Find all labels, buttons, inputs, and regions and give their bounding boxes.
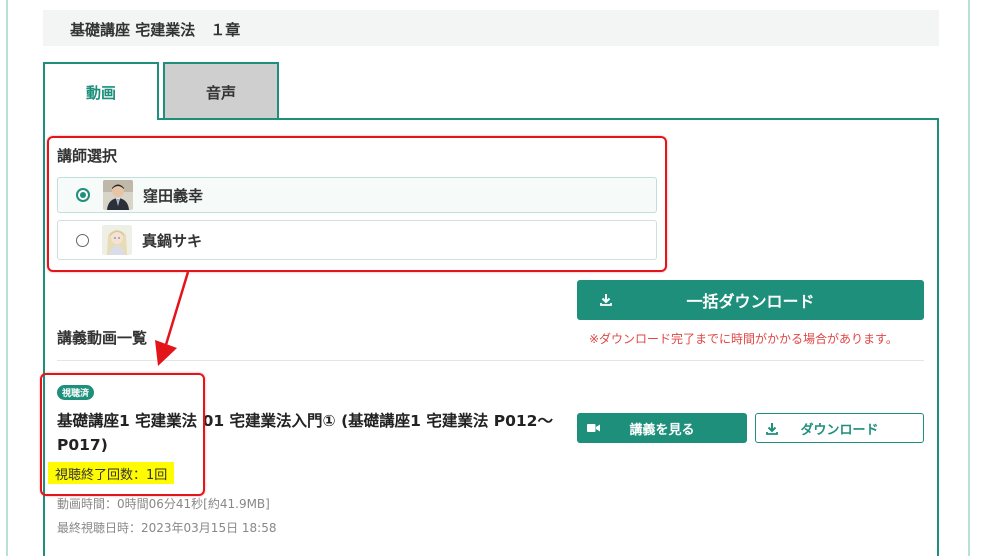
tab-video[interactable]: 動画 — [43, 62, 159, 120]
watch-lecture-button[interactable]: 講義を見る — [577, 413, 747, 443]
annotation-box-status — [40, 373, 205, 496]
download-all-button[interactable]: 一括ダウンロード — [577, 280, 924, 320]
page-frame-left — [0, 0, 8, 556]
tab-connector — [45, 117, 157, 121]
lecture-last-watched: 最終視聴日時：2023年03月15日 18:58 — [57, 521, 277, 535]
lecture-list-title: 講義動画一覧 — [57, 329, 148, 347]
annotation-arrow — [155, 271, 190, 366]
download-lecture-button[interactable]: ダウンロード — [755, 413, 924, 443]
video-camera-icon — [587, 422, 600, 437]
annotation-box-instructor — [47, 136, 667, 272]
download-icon — [765, 422, 779, 440]
lecture-duration: 動画時間：0時間06分41秒[約41.9MB] — [57, 497, 270, 511]
chapter-header: 基礎講座 宅建業法 １章 — [43, 10, 939, 46]
tab-audio[interactable]: 音声 — [163, 62, 279, 120]
download-note: ※ダウンロード完了までに時間がかかる場合があります。 — [589, 332, 898, 346]
download-all-label: 一括ダウンロード — [686, 292, 815, 311]
watch-lecture-label: 講義を見る — [629, 422, 695, 438]
page-scrollbar-track[interactable] — [968, 0, 983, 556]
download-lecture-label: ダウンロード — [800, 422, 879, 438]
tab-video-label: 動画 — [85, 83, 116, 102]
download-icon — [599, 292, 613, 311]
tab-audio-label: 音声 — [205, 83, 236, 102]
chapter-title: 基礎講座 宅建業法 １章 — [70, 21, 241, 39]
